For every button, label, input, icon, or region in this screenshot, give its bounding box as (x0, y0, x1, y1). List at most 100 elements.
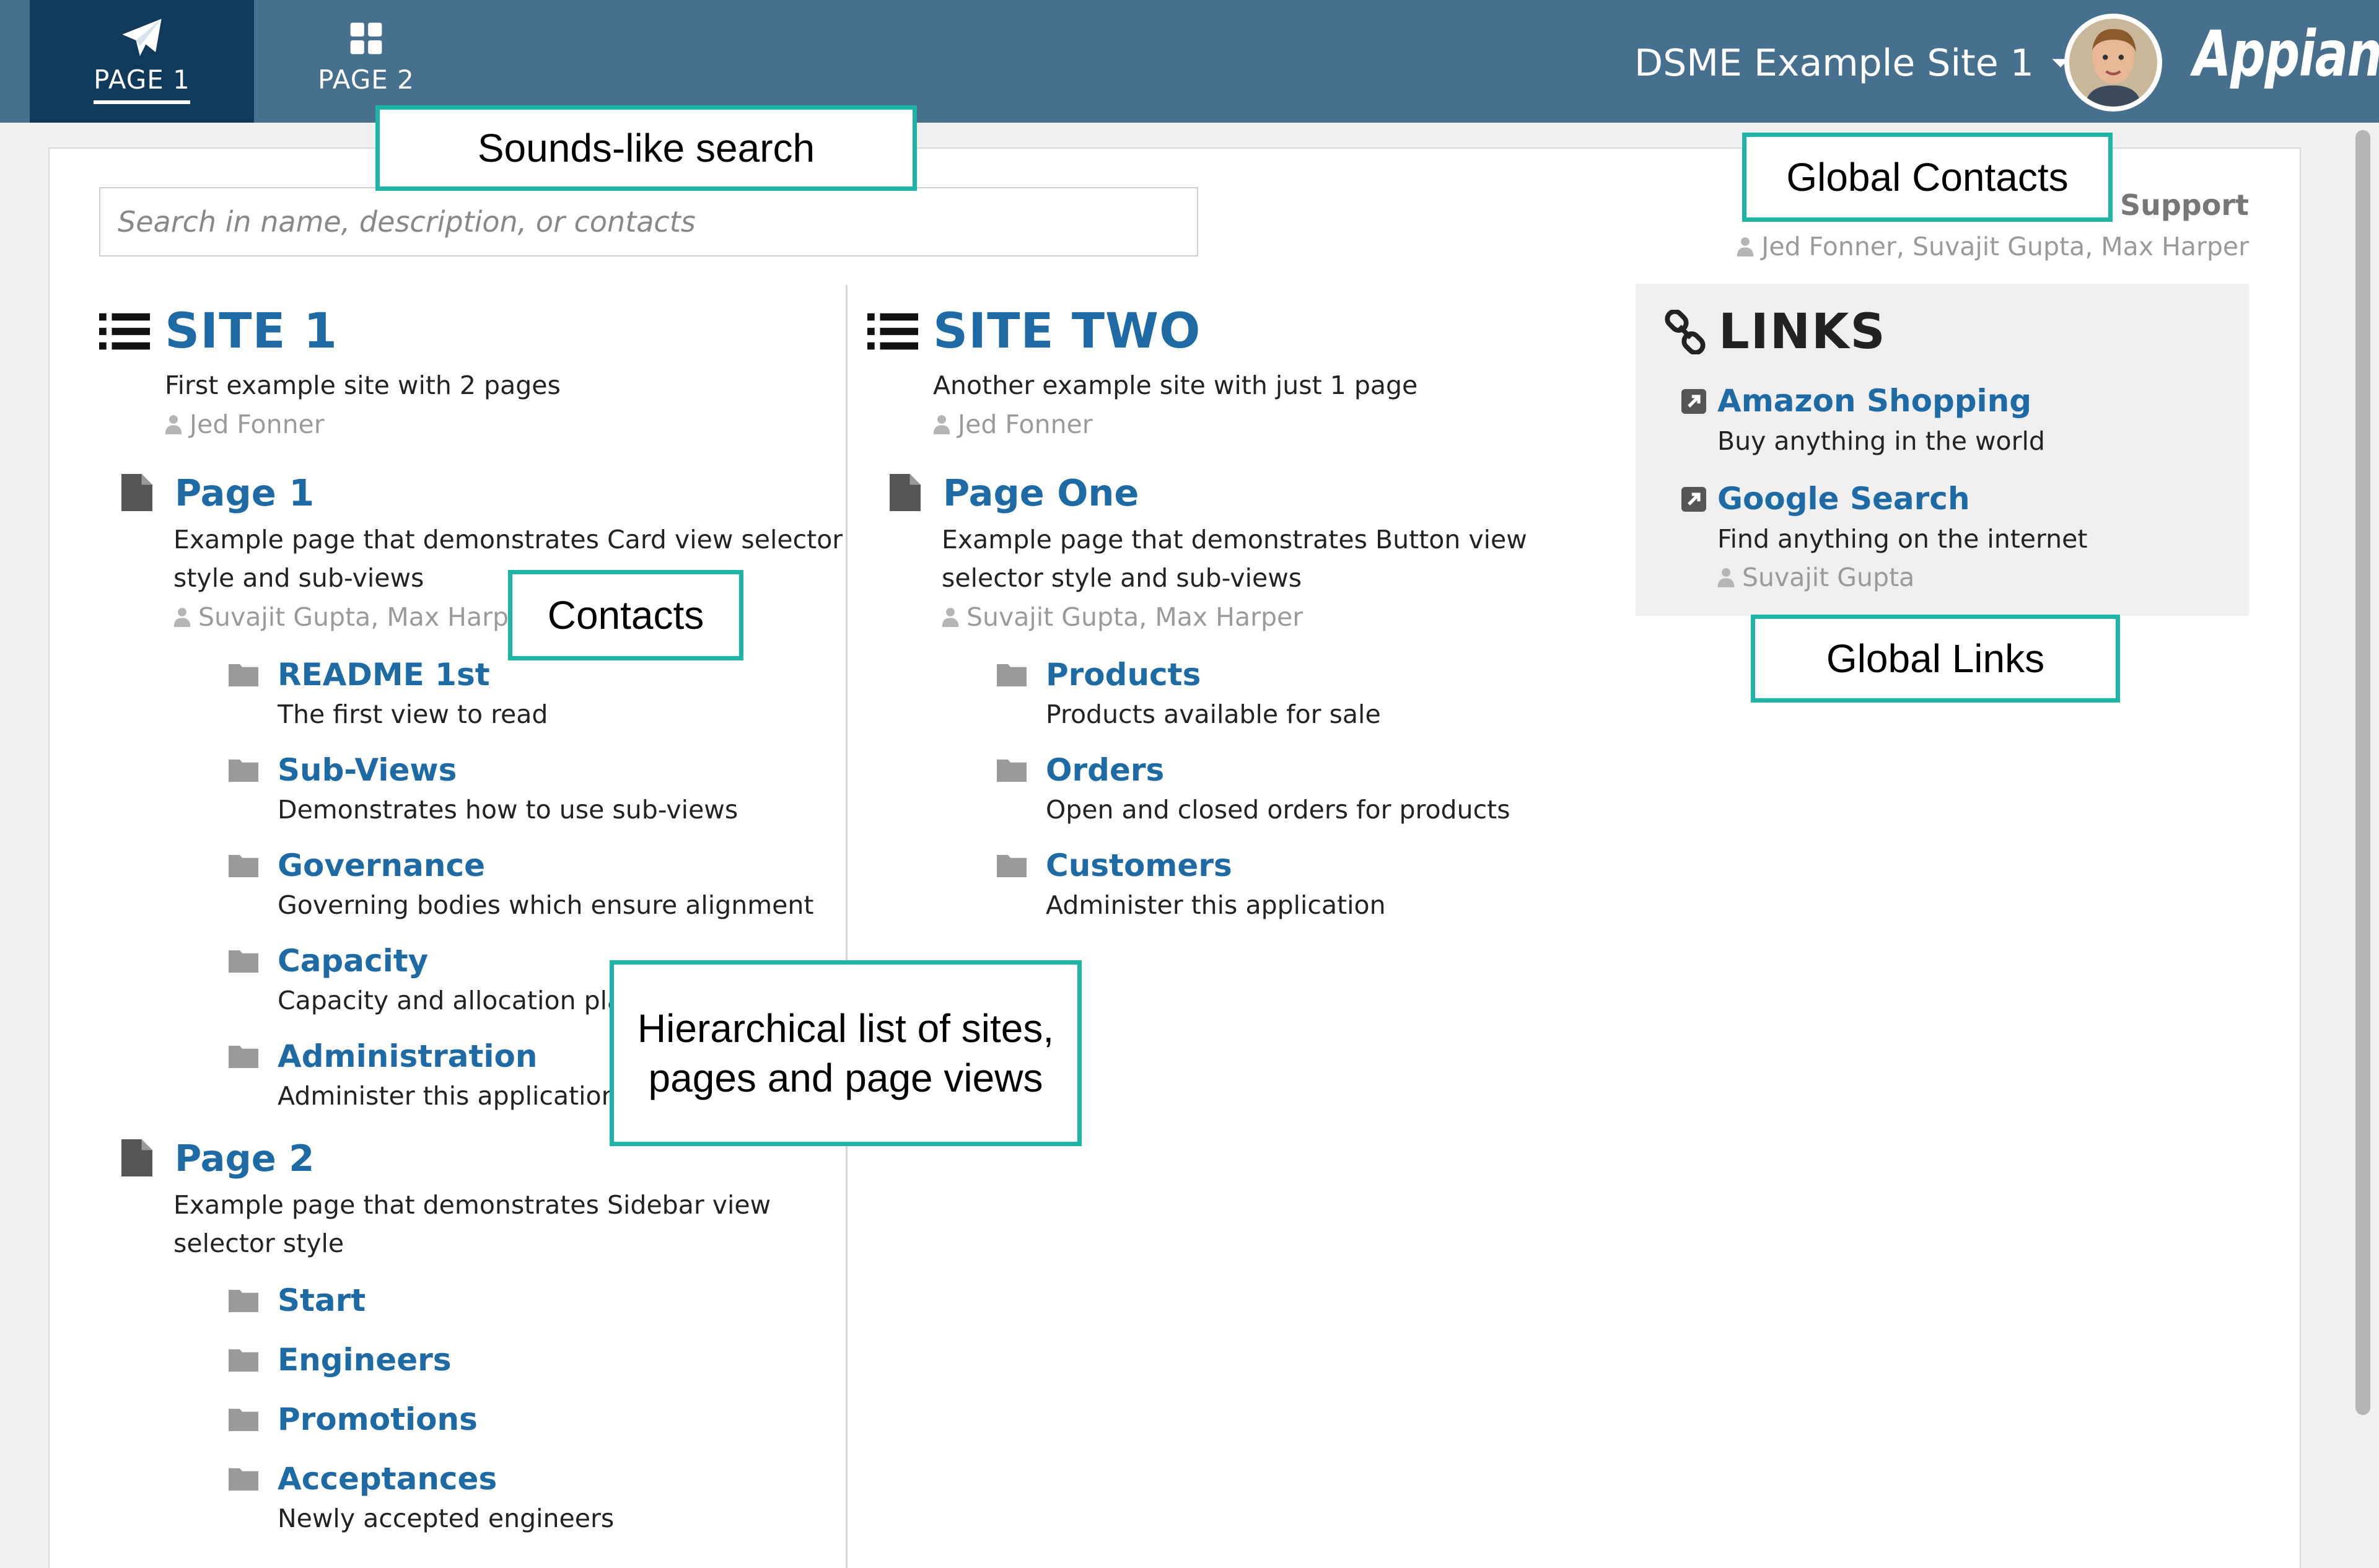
view-title-link[interactable]: Orders (1046, 748, 1605, 792)
view-item: Start (229, 1279, 836, 1322)
grid-icon (350, 22, 382, 55)
view-description: Governing bodies which ensure alignment (278, 890, 814, 920)
site-description: Another example site with just 1 page (933, 370, 1418, 400)
callout-hierarchical-list: Hierarchical list of sites, pages and pa… (610, 960, 1082, 1146)
scrollbar[interactable] (2355, 130, 2370, 1415)
callout-global-contacts: Global Contacts (1742, 133, 2113, 222)
list-icon (99, 313, 150, 350)
folder-icon (229, 1409, 258, 1431)
view-description: Newly accepted engineers (278, 1504, 615, 1533)
person-icon (1737, 237, 1754, 256)
folder-icon (229, 855, 258, 877)
link-item: Google Search Find anything on the inter… (1663, 477, 2222, 597)
folder-icon (229, 1046, 258, 1068)
page-item: Page One Example page that demonstrates … (867, 465, 1605, 923)
view-item: Engineers (229, 1338, 836, 1382)
view-item: Promotions (229, 1398, 836, 1441)
search-input[interactable] (99, 187, 1198, 256)
link-title[interactable]: Amazon Shopping (1717, 379, 2222, 423)
external-link-icon (1681, 487, 1706, 512)
support-title: Support (2119, 188, 2249, 222)
page-title-link[interactable]: Page 1 (175, 471, 314, 514)
site-header: SITE TWO (867, 297, 1605, 366)
view-title-link[interactable]: Promotions (278, 1398, 836, 1441)
view-description: Demonstrates how to use sub-views (278, 795, 738, 825)
folder-icon (997, 760, 1027, 782)
site-contacts: Jed Fonner (933, 405, 1605, 444)
user-avatar[interactable] (2064, 14, 2162, 112)
folder-icon (229, 950, 258, 973)
global-contacts: Jed Fonner, Suvajit Gupta, Max Harper (1737, 232, 2249, 261)
view-item: Orders Open and closed orders for produc… (997, 748, 1605, 828)
page-header: Page 1 (121, 465, 836, 520)
link-description: Buy anything in the world (1717, 426, 2045, 456)
page-description: Example page that demonstrates Button vi… (942, 525, 1527, 593)
view-description: Products available for sale (1046, 699, 1381, 729)
folder-icon (229, 1468, 258, 1491)
paper-plane-icon (122, 19, 162, 56)
link-chain-icon (1665, 310, 1706, 354)
page-contacts-names: Suvajit Gupta, Max Harper (198, 602, 535, 632)
callout-sounds-like-search: Sounds-like search (375, 105, 917, 191)
page-contacts: Suvajit Gupta, Max Harper (942, 597, 1605, 637)
site-1: SITE 1 First example site with 2 pages J… (99, 297, 843, 1536)
page-title-link[interactable]: Page 2 (175, 1137, 314, 1180)
view-title-link[interactable]: Products (1046, 653, 1605, 696)
list-icon (867, 313, 918, 350)
global-contacts-names: Jed Fonner, Suvajit Gupta, Max Harper (1761, 232, 2249, 261)
folder-icon (229, 1290, 258, 1312)
link-contacts-names: Suvajit Gupta (1742, 563, 1915, 592)
folder-icon (229, 664, 258, 686)
callout-contacts: Contacts (508, 570, 743, 660)
link-title[interactable]: Google Search (1717, 477, 2222, 520)
tab-label: PAGE 2 (318, 64, 414, 95)
person-icon (933, 415, 950, 434)
site-title-link[interactable]: SITE TWO (933, 304, 1201, 359)
links-panel: LINKS Amazon Shopping Buy anything in th… (1636, 284, 2249, 616)
view-item: README 1st The first view to read (229, 653, 836, 732)
view-title-link[interactable]: Start (278, 1279, 836, 1322)
site-header: SITE 1 (99, 297, 836, 366)
view-description: Administer this application (1046, 890, 1386, 920)
link-description: Find anything on the internet (1717, 524, 2088, 554)
site-contacts: Jed Fonner (165, 405, 836, 444)
site-contacts-names: Jed Fonner (190, 410, 325, 439)
person-icon (165, 415, 182, 434)
column-divider (846, 285, 848, 1568)
appian-logo: Appian (2193, 17, 2379, 91)
view-item: Sub-Views Demonstrates how to use sub-vi… (229, 748, 836, 828)
view-item: Customers Administer this application (997, 844, 1605, 923)
avatar-photo (2069, 19, 2157, 107)
view-description: The first view to read (278, 699, 548, 729)
document-icon (121, 1139, 152, 1176)
document-icon (121, 474, 152, 511)
view-title-link[interactable]: Engineers (278, 1338, 836, 1382)
site-description: First example site with 2 pages (165, 370, 561, 400)
view-item: Products Products available for sale (997, 653, 1605, 732)
view-title-link[interactable]: Acceptances (278, 1457, 836, 1500)
folder-icon (229, 760, 258, 782)
view-item: Acceptances Newly accepted engineers (229, 1457, 836, 1536)
page-title-link[interactable]: Page One (943, 471, 1139, 514)
site-two: SITE TWO Another example site with just … (867, 297, 1605, 923)
links-title: LINKS (1719, 304, 1886, 360)
links-header: LINKS (1663, 302, 2222, 362)
site-selector[interactable]: DSME Example Site 1 (1634, 38, 2071, 88)
tab-page-1[interactable]: PAGE 1 (30, 0, 254, 123)
page-item: Page 2 Example page that demonstrates Si… (99, 1130, 836, 1536)
folder-icon (229, 1349, 258, 1372)
tab-page-2[interactable]: PAGE 2 (254, 0, 478, 123)
view-title-link[interactable]: Sub-Views (278, 748, 836, 792)
site-contacts-names: Jed Fonner (958, 410, 1093, 439)
view-description: Open and closed orders for products (1046, 795, 1510, 825)
callout-global-links: Global Links (1751, 615, 2120, 703)
person-icon (1717, 568, 1735, 587)
folder-icon (997, 855, 1027, 877)
site-title-link[interactable]: SITE 1 (165, 304, 338, 359)
site-selector-label: DSME Example Site 1 (1634, 42, 2034, 85)
link-contacts: Suvajit Gupta (1717, 558, 2222, 597)
person-icon (173, 608, 191, 627)
app-header: PAGE 1 PAGE 2 DSME Example Site 1 Appian (0, 0, 2379, 123)
view-title-link[interactable]: Customers (1046, 844, 1605, 887)
view-title-link[interactable]: Governance (278, 844, 836, 887)
